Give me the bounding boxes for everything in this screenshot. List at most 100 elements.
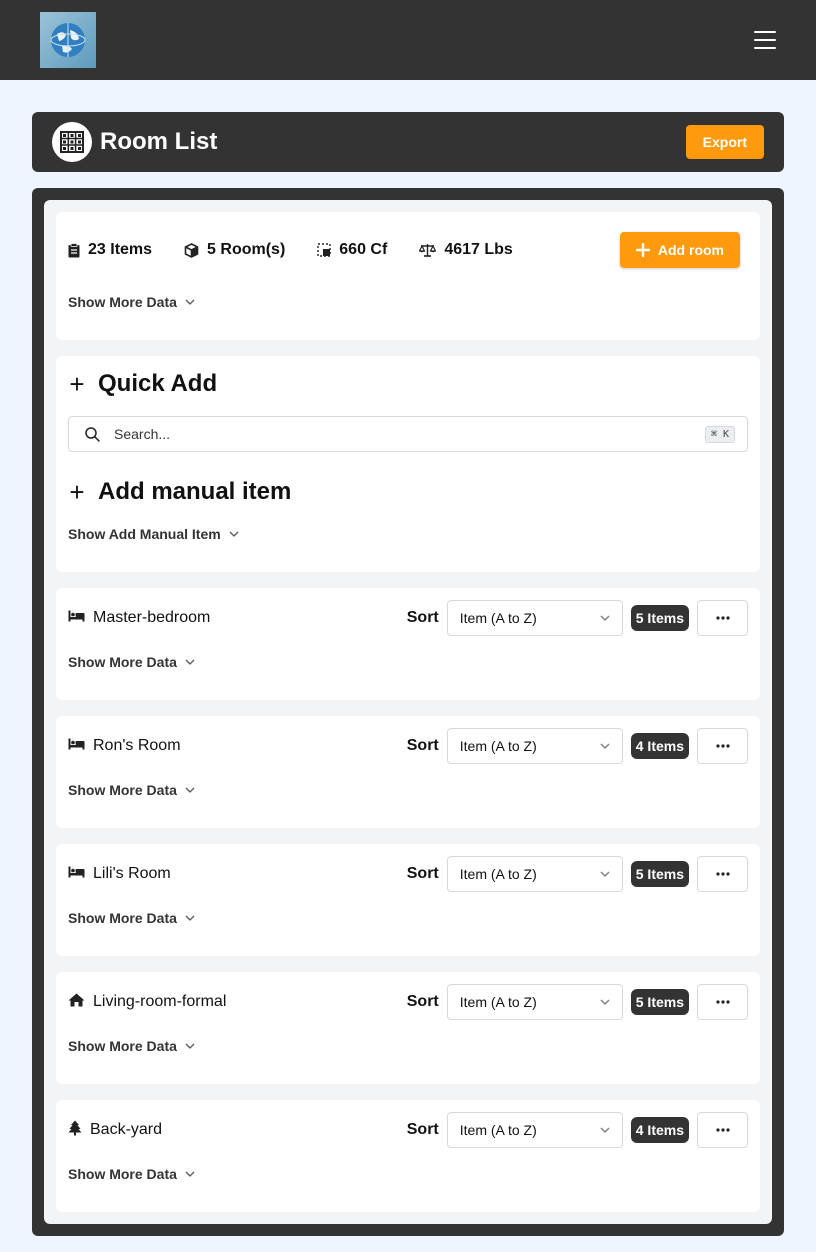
hamburger-icon[interactable] [754, 31, 776, 49]
rooms-stat: 5 Room(s) [184, 241, 285, 259]
room-name[interactable]: Lili's Room [68, 865, 171, 883]
chevron-down-icon [185, 1043, 195, 1049]
chevron-down-icon [600, 871, 610, 877]
globe-logo-icon[interactable] [40, 12, 96, 68]
more-options-button[interactable] [697, 728, 748, 764]
items-stat: 23 Items [68, 241, 152, 259]
room-name[interactable]: Living-room-formal [68, 993, 226, 1012]
ellipsis-icon [715, 616, 730, 620]
show-more-label: Show More Data [68, 1038, 177, 1054]
room-name[interactable]: Ron's Room [68, 737, 181, 755]
sort-select[interactable]: Item (A to Z) [446, 600, 623, 636]
plus-icon: + [69, 477, 85, 507]
ellipsis-icon [715, 1000, 730, 1004]
room-name[interactable]: Back-yard [68, 1120, 162, 1141]
page-title: Room List [100, 128, 218, 155]
weight-total: 4617 Lbs [444, 241, 513, 258]
bed-icon [68, 609, 85, 627]
room-card: Master-bedroom Sort Item (A to Z) 5 Item… [56, 588, 760, 700]
show-more-room-toggle[interactable]: Show More Data [68, 654, 195, 670]
room-list-content[interactable]: 23 Items 5 Room(s) 660 Cf 4617 Lbs Add r… [44, 200, 772, 1224]
plus-icon: + [69, 369, 85, 399]
chevron-down-icon [185, 915, 195, 921]
house-icon [68, 993, 85, 1012]
plus-icon [635, 243, 650, 257]
show-more-room-toggle[interactable]: Show More Data [68, 782, 195, 798]
add-room-label: Add room [657, 242, 724, 258]
sort-select[interactable]: Item (A to Z) [446, 856, 623, 892]
show-more-label: Show More Data [68, 1166, 177, 1182]
rooms-count: 5 Room(s) [207, 241, 286, 258]
room-card: Living-room-formal Sort Item (A to Z) 5 … [56, 972, 760, 1084]
weight-stat: 4617 Lbs [419, 241, 513, 259]
sort-label: Sort [406, 1121, 439, 1138]
search-shortcut-hint: ⌘ K [704, 425, 735, 443]
sort-select-value: Item (A to Z) [459, 994, 537, 1010]
show-manual-label: Show Add Manual Item [68, 526, 221, 542]
volume-total: 660 Cf [339, 241, 388, 258]
bed-icon [68, 737, 85, 755]
clipboard-icon [68, 242, 80, 257]
quick-add-title: Quick Add [98, 370, 218, 397]
add-manual-title: Add manual item [98, 478, 292, 505]
show-more-room-toggle[interactable]: Show More Data [68, 1038, 195, 1054]
chevron-down-icon [229, 531, 239, 537]
search-input[interactable] [114, 426, 705, 442]
room-card: Back-yard Sort Item (A to Z) 4 Items Sho… [56, 1100, 760, 1212]
bed-icon [68, 865, 85, 883]
show-more-label: Show More Data [68, 654, 177, 670]
search-box[interactable]: ⌘ K [68, 416, 748, 452]
search-icon [85, 426, 100, 442]
item-count-badge: 5 Items [630, 989, 689, 1015]
volume-box-icon [317, 243, 331, 257]
room-name-label: Living-room-formal [93, 993, 227, 1010]
export-button[interactable]: Export [685, 125, 764, 159]
show-more-room-toggle[interactable]: Show More Data [68, 910, 195, 926]
chevron-down-icon [600, 743, 610, 749]
sort-label: Sort [406, 737, 439, 754]
sort-label: Sort [406, 993, 439, 1010]
ellipsis-icon [715, 1128, 730, 1132]
chevron-down-icon [600, 615, 610, 621]
shelves-icon [52, 122, 92, 162]
chevron-down-icon [185, 1171, 195, 1177]
item-count-badge: 4 Items [630, 1117, 689, 1143]
chevron-down-icon [185, 659, 195, 665]
items-count: 23 Items [88, 241, 153, 258]
item-count-badge: 4 Items [630, 733, 689, 759]
more-options-button[interactable] [697, 984, 748, 1020]
show-more-label: Show More Data [68, 910, 177, 926]
room-name[interactable]: Master-bedroom [68, 609, 210, 627]
sort-select-value: Item (A to Z) [459, 1122, 537, 1138]
more-options-button[interactable] [697, 856, 748, 892]
tree-icon [68, 1120, 82, 1141]
chevron-down-icon [600, 1127, 610, 1133]
room-name-label: Back-yard [90, 1121, 163, 1138]
room-name-label: Ron's Room [93, 737, 181, 754]
top-navbar [0, 0, 816, 80]
sort-select[interactable]: Item (A to Z) [446, 728, 623, 764]
summary-card: 23 Items 5 Room(s) 660 Cf 4617 Lbs Add r… [56, 212, 760, 340]
add-room-button[interactable]: Add room [619, 232, 740, 268]
ellipsis-icon [715, 872, 730, 876]
item-count-badge: 5 Items [630, 861, 689, 887]
add-manual-heading[interactable]: + Add manual item [68, 478, 291, 506]
quick-add-heading: + Quick Add [68, 370, 217, 398]
quick-add-card: + Quick Add ⌘ K + Add manual item Show A… [56, 356, 760, 572]
show-more-room-toggle[interactable]: Show More Data [68, 1166, 195, 1182]
chevron-down-icon [600, 999, 610, 1005]
show-more-summary-toggle[interactable]: Show More Data [68, 294, 195, 310]
show-add-manual-toggle[interactable]: Show Add Manual Item [68, 526, 239, 542]
chevron-down-icon [185, 299, 195, 305]
ellipsis-icon [715, 744, 730, 748]
room-list-header: Room List Export [32, 112, 784, 172]
more-options-button[interactable] [697, 600, 748, 636]
show-more-label: Show More Data [68, 782, 177, 798]
room-name-label: Lili's Room [93, 865, 171, 882]
more-options-button[interactable] [697, 1112, 748, 1148]
sort-select[interactable]: Item (A to Z) [446, 984, 623, 1020]
chevron-down-icon [185, 787, 195, 793]
show-more-label: Show More Data [68, 294, 177, 310]
room-list-panel: 23 Items 5 Room(s) 660 Cf 4617 Lbs Add r… [32, 188, 784, 1236]
sort-select[interactable]: Item (A to Z) [446, 1112, 623, 1148]
